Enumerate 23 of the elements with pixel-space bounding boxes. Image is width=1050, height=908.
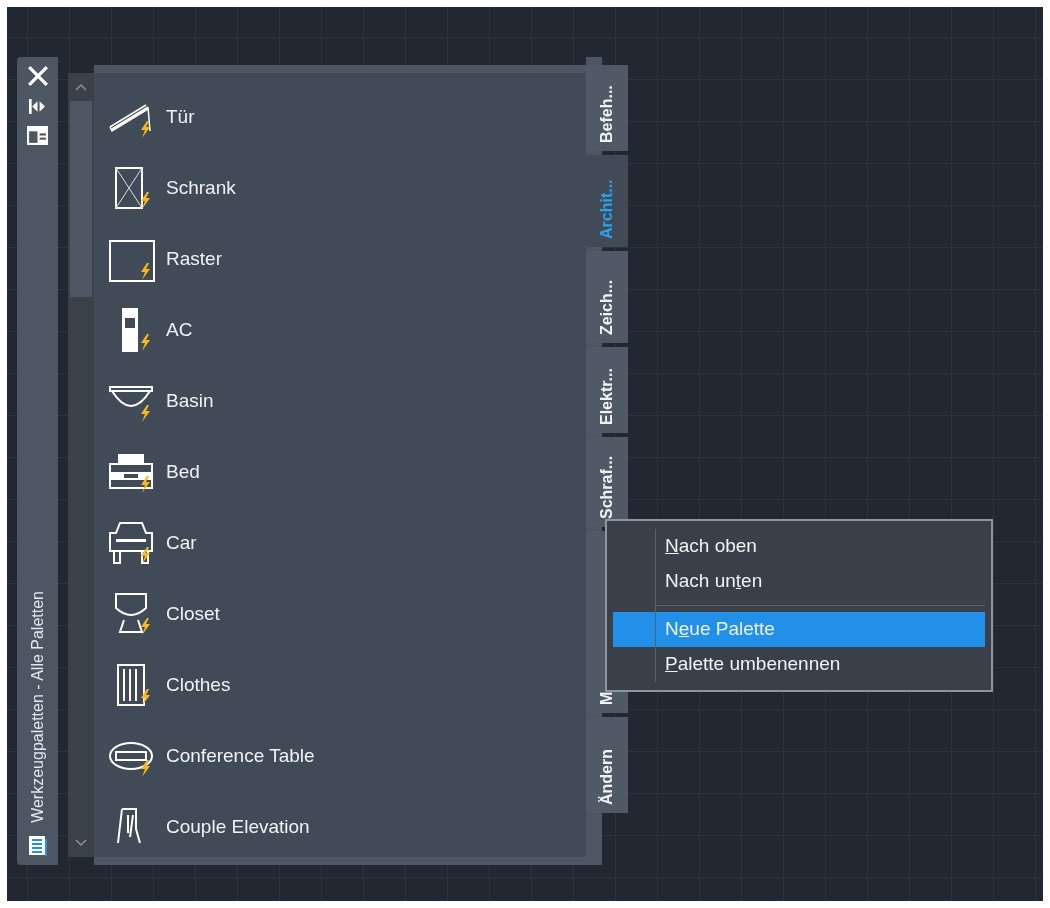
tool-item[interactable]: Tür xyxy=(106,81,586,152)
scroll-down-icon[interactable] xyxy=(75,839,87,847)
scrollbar-thumb[interactable] xyxy=(70,101,92,297)
palette-title: Werkzeugpaletten - Alle Paletten xyxy=(28,591,47,823)
tool-item[interactable]: Raster xyxy=(106,223,586,294)
close-icon[interactable] xyxy=(26,65,49,87)
scroll-up-icon[interactable] xyxy=(75,83,87,91)
collapse-icon[interactable] xyxy=(29,99,46,114)
tool-item[interactable]: Bed xyxy=(106,436,586,507)
tool-item[interactable]: Clothes xyxy=(106,649,586,720)
tool-item[interactable]: Couple Elevation xyxy=(106,791,586,857)
menu-item[interactable]: Nach oben xyxy=(613,529,985,564)
menu-item[interactable]: Nach unten xyxy=(613,564,985,599)
menu-item[interactable]: Palette umbenennen xyxy=(613,647,985,682)
tool-item[interactable]: Closet xyxy=(106,578,586,649)
tool-item[interactable]: Basin xyxy=(106,365,586,436)
tool-item[interactable]: AC xyxy=(106,294,586,365)
document-icon[interactable] xyxy=(27,835,48,857)
properties-icon[interactable] xyxy=(27,126,48,145)
tool-item[interactable]: Conference Table xyxy=(106,720,586,791)
tool-item[interactable]: Schrank xyxy=(106,152,586,223)
scrollbar[interactable] xyxy=(68,73,94,857)
tool-item[interactable]: Car xyxy=(106,507,586,578)
